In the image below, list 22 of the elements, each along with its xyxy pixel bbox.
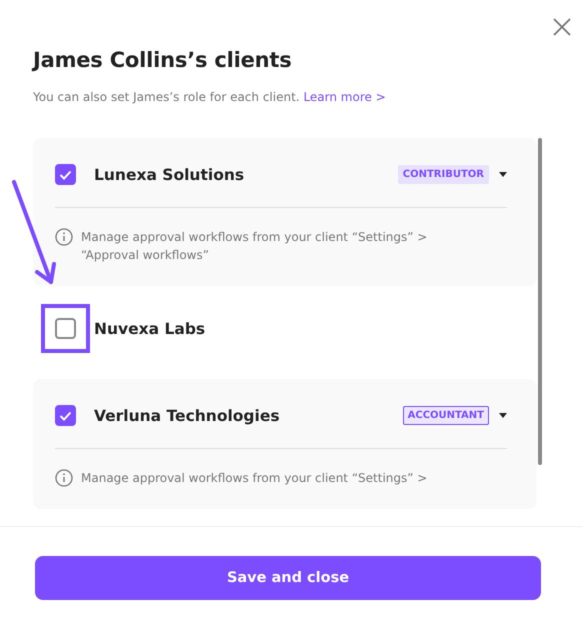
role-badge[interactable]: CONTRIBUTOR: [398, 165, 489, 184]
dialog-title: James Collins’s clients: [33, 48, 293, 72]
check-icon: [59, 410, 72, 420]
close-icon[interactable]: [551, 16, 573, 38]
scrollbar[interactable]: [538, 138, 542, 465]
client-name: Lunexa Solutions: [94, 166, 244, 184]
checkbox[interactable]: [55, 405, 76, 426]
caret-icon[interactable]: [499, 172, 507, 177]
info-note: Manage approval workflows from your client “Settings” > “Approval workflows”: [81, 229, 428, 264]
client-name: Nuvexa Labs: [94, 320, 206, 338]
caret-icon[interactable]: [499, 413, 507, 418]
subtitle-text: You can also set James’s role for each client. Learn more >: [33, 90, 387, 104]
save-button[interactable]: Save and close: [35, 556, 541, 600]
info-icon: [55, 469, 73, 487]
client-name: Verluna Technologies: [94, 406, 280, 424]
checkbox[interactable]: [55, 164, 76, 185]
role-badge[interactable]: ACCOUNTANT: [402, 406, 489, 425]
check-icon: [59, 170, 72, 180]
info-icon: [55, 228, 73, 246]
checkbox[interactable]: [55, 318, 76, 339]
info-note: Manage approval workflows from your client “Settings” >: [81, 470, 428, 487]
learn-more-link[interactable]: Learn more >: [303, 90, 386, 104]
